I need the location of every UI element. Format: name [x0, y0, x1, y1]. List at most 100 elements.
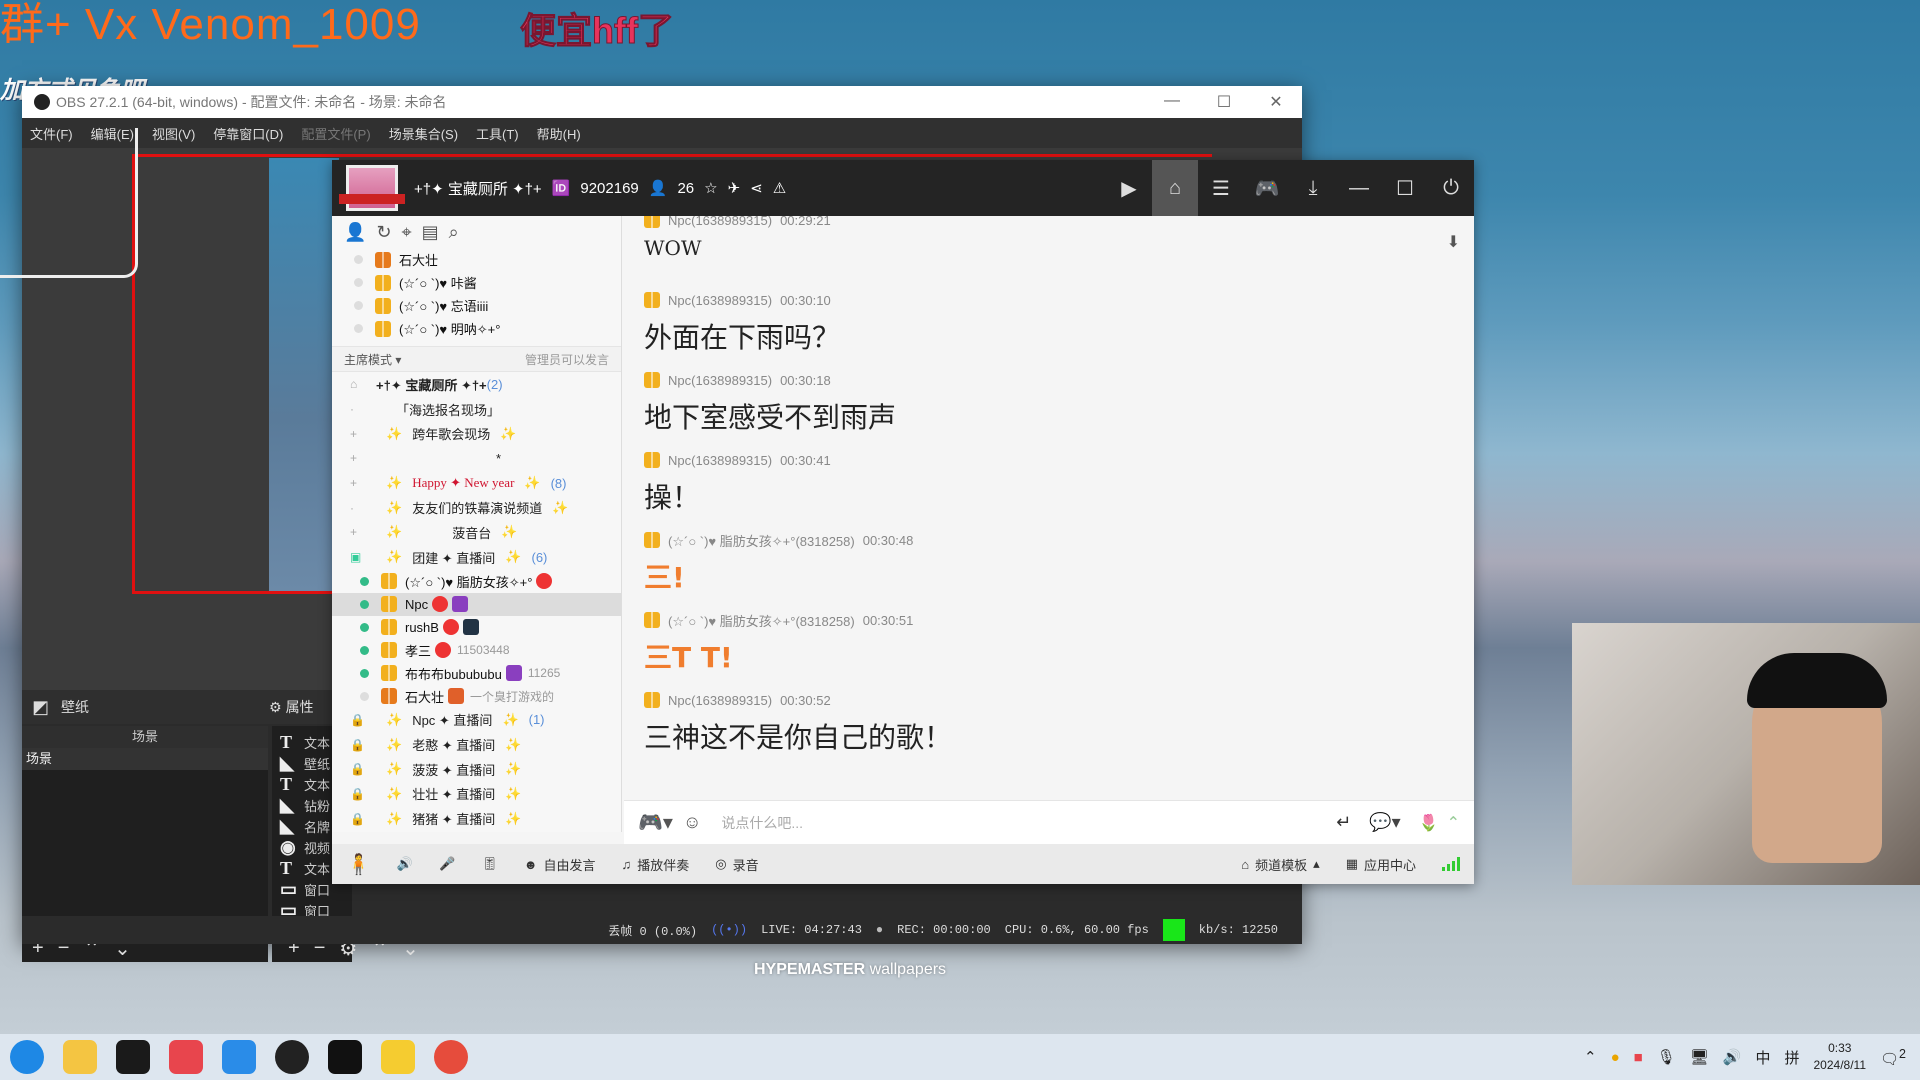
plane-icon[interactable]: ✈ — [728, 179, 741, 197]
channel-item[interactable]: + * — [332, 446, 621, 471]
show-hidden-icons[interactable]: ⌃ — [1584, 1048, 1597, 1066]
menu-profile[interactable]: 配置文件(P) — [301, 124, 370, 143]
download-icon[interactable]: ⤓ — [1290, 177, 1336, 200]
video-icon[interactable]: ▶ — [1106, 176, 1152, 201]
search-icon[interactable]: ⌕ — [449, 222, 459, 243]
app-center-button[interactable]: ▦ 应用中心 — [1346, 855, 1416, 874]
source-label: 钻粉 — [304, 799, 331, 814]
enter-icon[interactable]: ↵ — [1336, 812, 1351, 833]
location-icon[interactable]: ⌖ — [402, 222, 412, 243]
room-item[interactable]: 🔒 ✨ 菠菠 ✦ 直播间 ✨ — [332, 757, 621, 782]
ime-language[interactable]: 中 — [1755, 1047, 1770, 1068]
user-list-icon[interactable]: 👤 — [344, 222, 366, 243]
share-icon[interactable]: ⋖ — [750, 179, 763, 197]
user-avatar-icon[interactable]: 🧍 — [346, 852, 371, 877]
file-explorer-icon[interactable] — [63, 1040, 97, 1074]
report-icon[interactable]: ⚠ — [773, 179, 786, 197]
scroll-down-icon[interactable]: ⬇ — [1447, 232, 1460, 252]
microphone-icon[interactable]: 🎤 — [439, 856, 455, 872]
speaker-icon[interactable]: 🔊 — [397, 856, 413, 872]
user-row[interactable]: 石大壮 — [332, 248, 621, 271]
face-translate-icon[interactable]: ☺ — [683, 812, 701, 833]
network-icon[interactable]: 🖥 — [1690, 1048, 1709, 1066]
menu-tools[interactable]: 工具(T) — [476, 124, 519, 143]
free-speech-button[interactable]: ☻ 自由发言 — [524, 855, 596, 874]
chat-input[interactable]: 说点什么吧... — [721, 813, 803, 833]
channel-template-button[interactable]: ⌂ 频道模板 ▴ — [1241, 855, 1319, 874]
channel-item-active[interactable]: ▣ ✨ 团建 ✦ 直播间 ✨ (6) — [332, 545, 621, 570]
music-tray-icon[interactable]: ■ — [1634, 1049, 1643, 1066]
refresh-icon[interactable]: ↻ — [376, 222, 391, 243]
channel-root[interactable]: ⌂ +†✦ 宝藏厕所 ✦†+ (2) — [332, 372, 621, 397]
board-icon[interactable]: ▤ — [422, 222, 439, 243]
clock[interactable]: 0:33 2024/8/11 — [1814, 1040, 1867, 1074]
kugou-icon[interactable] — [222, 1040, 256, 1074]
menu-docks[interactable]: 停靠窗口(D) — [213, 124, 283, 143]
gift-icon — [644, 216, 660, 228]
channel-avatar[interactable] — [339, 165, 405, 211]
speech-bubble-icon[interactable]: 💬▾ — [1369, 812, 1400, 833]
mode-dropdown[interactable]: 主席模式 ▾ — [344, 351, 401, 368]
maximize-icon[interactable]: ☐ — [1382, 176, 1428, 201]
home-icon[interactable]: ⌂ — [1152, 160, 1198, 216]
bird-app-icon[interactable] — [434, 1040, 468, 1074]
channel-item[interactable]: · ✨ 友友们的铁幕演说频道 ✨ — [332, 495, 621, 520]
maximize-button[interactable]: ☐ — [1198, 92, 1250, 112]
netease-music-icon[interactable] — [169, 1040, 203, 1074]
chevron-up-icon[interactable]: ⌃ — [1447, 813, 1460, 833]
smile-icon: ☻ — [523, 856, 538, 872]
close-button[interactable]: ✕ — [1250, 92, 1302, 112]
member-count: 26 — [677, 179, 695, 197]
list-icon[interactable]: ☰ — [1198, 176, 1244, 201]
user-row[interactable]: (☆´○ `)♥ 忘语iiii — [332, 294, 621, 317]
g-app-icon[interactable] — [116, 1040, 150, 1074]
channel-user-selected[interactable]: Npc — [332, 592, 621, 616]
capcut-icon[interactable] — [328, 1040, 362, 1074]
play-music-button[interactable]: ♫ 播放伴奏 — [622, 855, 690, 874]
gamepad-icon[interactable]: 🎮 — [1244, 176, 1290, 201]
flower-icon[interactable]: 🌷 — [1419, 813, 1439, 833]
obs-status-bar: 丢帧 0 (0.0%) ((•)) LIVE: 04:27:43 ● REC: … — [22, 916, 1302, 944]
user-icon: 👤 — [648, 180, 668, 197]
power-icon[interactable]: ⏻ — [1428, 177, 1474, 200]
obs-icon[interactable] — [275, 1040, 309, 1074]
channel-user[interactable]: 布布布bubububu 11265 — [332, 662, 621, 685]
channel-item[interactable]: · 「海选报名现场」 — [332, 397, 621, 422]
menu-view[interactable]: 视图(V) — [152, 124, 195, 143]
record-button[interactable]: ◎ 录音 — [715, 855, 758, 874]
image-source-icon: ◣ — [280, 816, 294, 836]
channel-item[interactable]: + ✨ Happy ✦ New year ✨ (8) — [332, 471, 621, 496]
channel-user[interactable]: rushB — [332, 616, 621, 639]
channel-user[interactable]: 石大壮 一个臭打游戏的 — [332, 685, 621, 708]
edge-icon[interactable] — [10, 1040, 44, 1074]
properties-button[interactable]: ⚙ 属性 — [269, 697, 314, 717]
scenes-header: 场景 — [22, 726, 268, 748]
volume-icon[interactable]: 🔊 — [1723, 1048, 1742, 1066]
room-item[interactable]: 🔒 ✨ Npc ✦ 直播间 ✨ (1) — [332, 708, 621, 733]
channel-item[interactable]: + ✨ 菠音台 ✨ — [332, 520, 621, 545]
menu-help[interactable]: 帮助(H) — [537, 124, 581, 143]
menu-scene-collection[interactable]: 场景集合(S) — [389, 124, 458, 143]
yy-icon[interactable] — [381, 1040, 415, 1074]
mixer-icon[interactable]: 🎚 — [481, 856, 498, 872]
channel-item[interactable]: + ✨ 跨年歌会现场 ✨ — [332, 421, 621, 446]
user-row[interactable]: (☆´○ `)♥ 明呐✧+° — [332, 317, 621, 340]
ime-mode[interactable]: 拼 — [1784, 1047, 1799, 1068]
scene-item[interactable]: 场景 — [22, 748, 268, 770]
yy-tray-icon[interactable]: ● — [1611, 1049, 1620, 1066]
minimize-icon[interactable]: — — [1336, 177, 1382, 200]
channel-user[interactable]: (☆´○ `)♥ 脂肪女孩✧+° — [332, 570, 621, 593]
minimize-button[interactable]: — — [1146, 92, 1198, 112]
notification-icon[interactable]: 🗨2 — [1880, 1047, 1906, 1068]
room-item[interactable]: 🔒 ✨ 老憨 ✦ 直播间 ✨ — [332, 732, 621, 757]
channel-user[interactable]: 孝三 11503448 — [332, 639, 621, 662]
yy-channel-window: +†✦ 宝藏厕所 ✦†+ 🆔 9202169 👤 26 ☆ ✈ ⋖ ⚠ ▶ ⌂ … — [332, 160, 1474, 884]
room-item[interactable]: 🔒 ✨ 猪猪 ✦ 直播间 ✨ — [332, 806, 621, 831]
user-row[interactable]: (☆´○ `)♥ 咔酱 — [332, 271, 621, 294]
favorite-icon[interactable]: ☆ — [704, 179, 717, 197]
source-label: 文本 — [304, 736, 331, 751]
game-emoji-icon[interactable]: 🎮▾ — [638, 810, 673, 835]
obs-logo-icon — [34, 94, 50, 110]
microphone-tray-icon[interactable]: 🎙 — [1657, 1048, 1676, 1066]
room-item[interactable]: 🔒 ✨ 壮壮 ✦ 直播间 ✨ — [332, 782, 621, 807]
